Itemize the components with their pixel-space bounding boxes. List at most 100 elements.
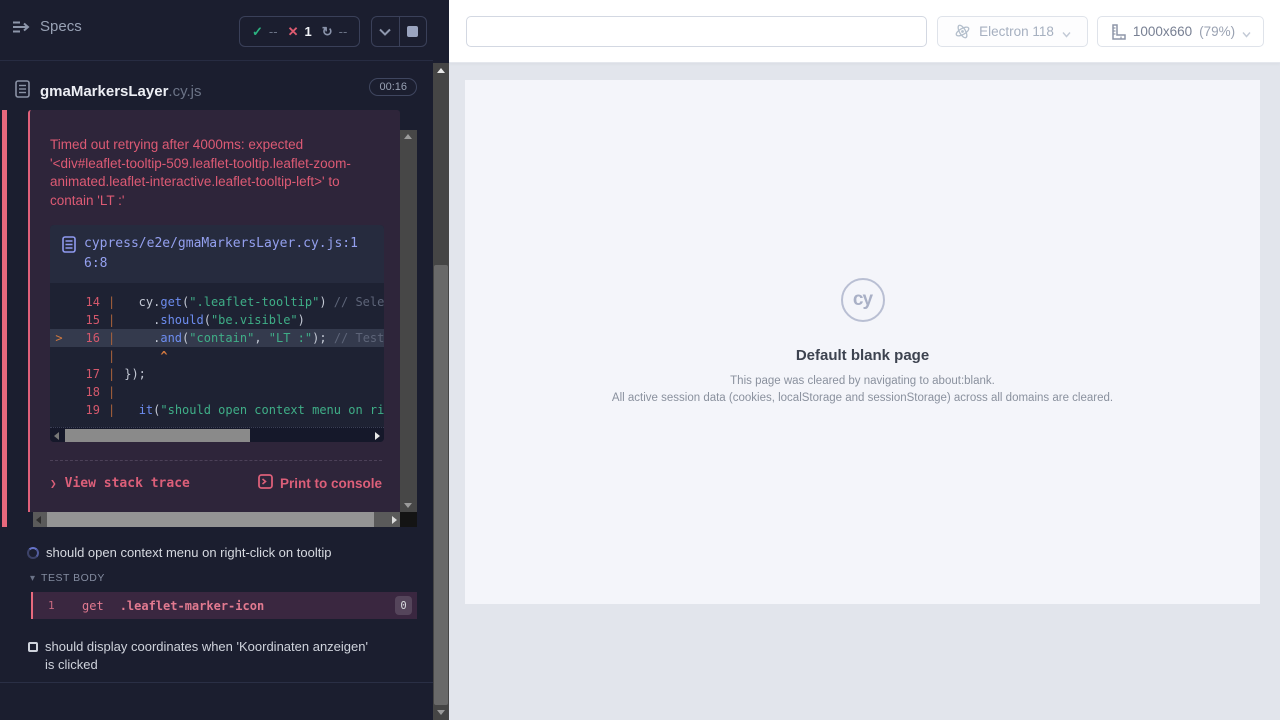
test-item-pending[interactable]: should display coordinates when 'Koordin…	[0, 638, 400, 674]
restart-icon: ↻	[322, 24, 333, 40]
error-line-marker: >	[50, 329, 68, 347]
gutter-pipe: |	[108, 311, 115, 329]
chevron-down-icon	[379, 23, 391, 41]
spec-timer-badge: 00:16	[369, 78, 417, 96]
collapse-tests-button[interactable]	[372, 17, 399, 46]
gutter-pipe: |	[108, 329, 115, 347]
pending-count: --	[339, 24, 348, 39]
code-token: ^	[124, 347, 167, 365]
command-log-row[interactable]: 1 get .leaflet-marker-icon 0	[31, 592, 417, 619]
error-message: Timed out retrying after 4000ms: expecte…	[50, 136, 380, 210]
scroll-right-arrow-icon	[392, 516, 397, 524]
code-horizontal-scrollbar[interactable]	[50, 427, 384, 442]
scroll-down-arrow-icon	[404, 503, 412, 508]
line-marker	[50, 383, 68, 401]
line-number: 14	[68, 293, 100, 311]
scroll-down-arrow-icon	[437, 710, 445, 715]
stop-run-button[interactable]	[399, 17, 427, 46]
print-to-console-link[interactable]: Print to console	[258, 474, 382, 492]
line-marker	[50, 293, 68, 311]
gutter-pipe: |	[108, 293, 115, 311]
code-scrollbar-thumb[interactable]	[65, 429, 250, 442]
gutter-pipe: |	[108, 401, 115, 419]
line-number	[68, 347, 100, 365]
sidebar-scrollbar-thumb[interactable]	[434, 265, 448, 705]
command-number: 1	[48, 599, 68, 612]
code-token: and	[160, 329, 182, 347]
reporter-header: Specs ✓ -- ✕ 1 ↻ --	[0, 0, 433, 61]
code-frame-file-link[interactable]: cypress/e2e/gmaMarkersLayer.cy.js:16:8	[50, 225, 384, 283]
line-number: 18	[68, 383, 100, 401]
viewport-scale: (79%)	[1199, 24, 1235, 39]
browser-label: Electron 118	[979, 24, 1054, 39]
error-horizontal-scrollbar[interactable]	[33, 512, 400, 527]
error-scrollbar-thumb[interactable]	[47, 512, 374, 527]
test-title: should open context menu on right-click …	[46, 544, 331, 562]
test-body-label: TEST BODY	[41, 572, 105, 584]
list-divider	[0, 682, 433, 683]
code-token: "LT :"	[269, 329, 312, 347]
code-line: 18|	[50, 383, 384, 401]
line-number: 16	[68, 329, 100, 347]
browser-select[interactable]: Electron 118	[937, 16, 1088, 47]
code-token: (	[153, 401, 160, 419]
scroll-left-arrow-icon	[36, 516, 41, 524]
code-token	[124, 401, 138, 419]
chevron-right-icon: ❯	[50, 477, 57, 490]
code-token: "be.visible"	[211, 311, 298, 329]
scroll-up-arrow-icon	[404, 134, 412, 139]
code-token: );	[312, 329, 334, 347]
scroll-right-arrow-icon	[375, 432, 380, 440]
line-marker	[50, 311, 68, 329]
pending-test-icon	[28, 642, 38, 652]
code-line: 14| cy.get(".leaflet-tooltip") // Sele	[50, 293, 384, 311]
line-number: 19	[68, 401, 100, 419]
passed-count: --	[269, 24, 278, 39]
blank-page-subtitle-1: This page was cleared by navigating to a…	[730, 373, 995, 389]
aut-header: Electron 118 1000x660 (79%)	[449, 0, 1280, 63]
code-frame-filename: cypress/e2e/gmaMarkersLayer.cy.js:16:8	[84, 234, 372, 274]
command-count-badge: 0	[395, 596, 412, 615]
failed-attempt-border	[2, 110, 7, 527]
code-token: });	[124, 365, 146, 383]
view-stack-trace-link[interactable]: ❯View stack trace	[50, 476, 190, 491]
stat-pending: ↻ --	[322, 24, 348, 40]
code-token: .	[124, 311, 160, 329]
error-panel: Timed out retrying after 4000ms: expecte…	[28, 110, 400, 512]
code-token: // Sele	[334, 293, 384, 311]
error-divider	[50, 460, 382, 461]
specs-menu-button[interactable]: Specs	[12, 18, 82, 35]
ruler-icon	[1110, 24, 1126, 40]
chevron-down-icon	[1062, 27, 1071, 36]
aut-iframe: cy Default blank page This page was clea…	[465, 80, 1260, 604]
code-line: >16| .and("contain", "LT :"); // Test	[50, 329, 384, 347]
specs-label: Specs	[40, 18, 82, 35]
test-item-running[interactable]: should open context menu on right-click …	[0, 544, 417, 562]
code-token: "contain"	[189, 329, 254, 347]
run-stats: ✓ -- ✕ 1 ↻ --	[239, 16, 360, 47]
specs-menu-icon	[12, 20, 31, 34]
command-message: .leaflet-marker-icon	[120, 599, 265, 613]
code-lines: 14| cy.get(".leaflet-tooltip") // Sele 1…	[50, 283, 384, 427]
file-icon	[62, 236, 76, 274]
url-input[interactable]	[466, 16, 927, 47]
stat-failed: ✕ 1	[288, 24, 312, 40]
cypress-logo: cy	[841, 278, 885, 322]
code-token: should	[160, 311, 203, 329]
code-token: "should open context menu on righ	[160, 401, 384, 419]
spec-row[interactable]: gmaMarkersLayer.cy.js 00:16	[0, 74, 433, 108]
gutter-pipe: |	[108, 365, 115, 383]
code-token: cy.	[124, 293, 160, 311]
console-icon	[258, 474, 273, 492]
spinner-icon	[27, 547, 39, 559]
code-token: (	[182, 329, 189, 347]
spec-extension: .cy.js	[168, 83, 201, 100]
stat-passed: ✓ --	[252, 24, 278, 40]
code-line: 17|});	[50, 365, 384, 383]
code-token: get	[160, 293, 182, 311]
viewport-select[interactable]: 1000x660 (79%)	[1097, 16, 1264, 47]
test-body-section[interactable]: ▾ TEST BODY	[0, 572, 105, 584]
error-vertical-scrollbar[interactable]	[400, 130, 417, 512]
line-number: 15	[68, 311, 100, 329]
scrollbar-corner	[400, 512, 417, 527]
